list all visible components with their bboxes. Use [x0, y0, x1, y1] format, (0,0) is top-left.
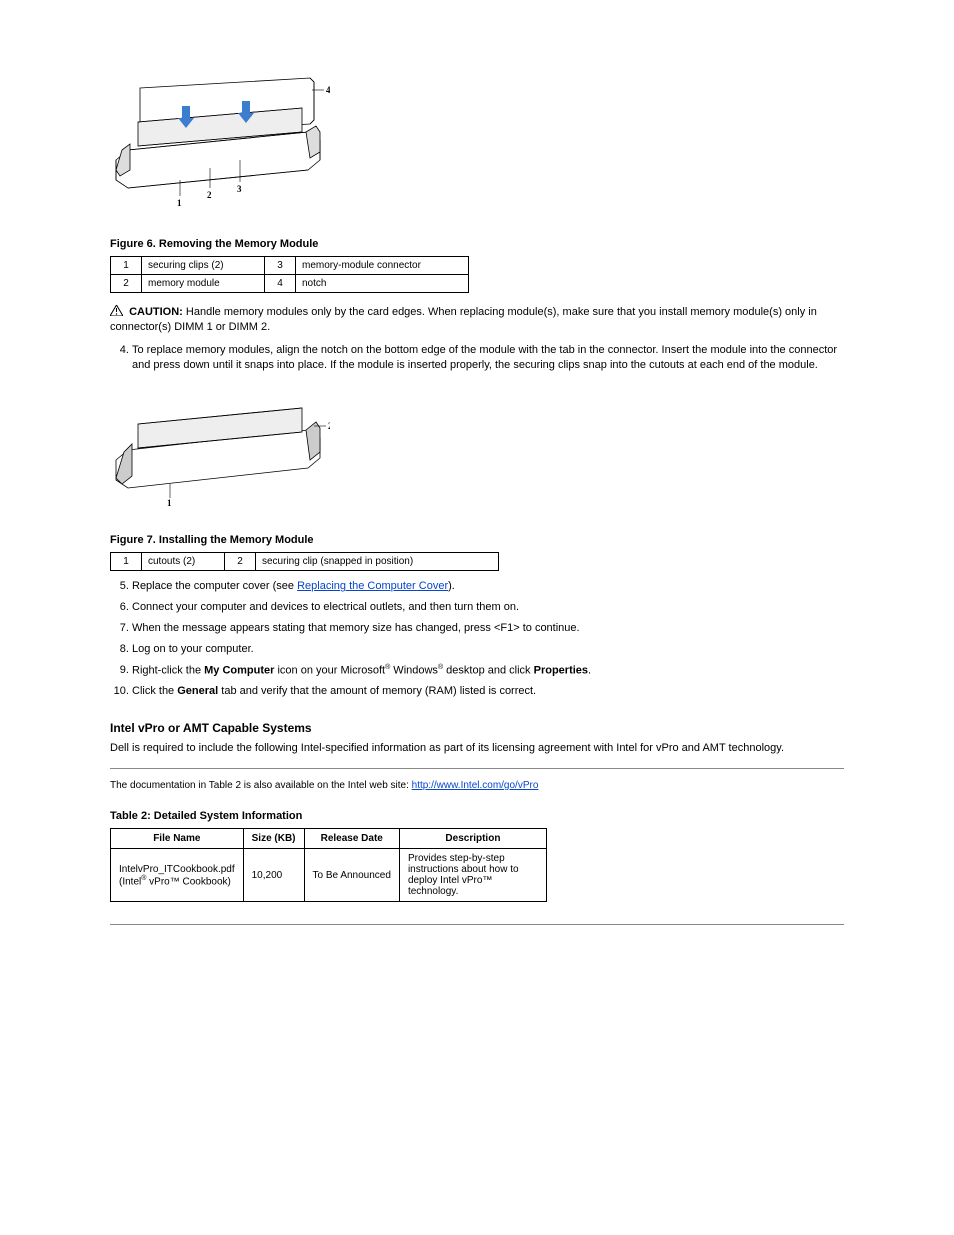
replace-cover-link[interactable]: Replacing the Computer Cover [297, 580, 448, 592]
section-title-vpro: Intel vPro or AMT Capable Systems [110, 721, 844, 735]
caution-text: Handle memory modules only by the card e… [110, 306, 817, 333]
step-9-text-b: Windows [390, 664, 438, 676]
table-cell: securing clips (2) [142, 257, 265, 275]
table2-caption-line: The documentation in Table 2 is also ava… [110, 779, 844, 793]
table-cell: cutouts (2) [142, 553, 225, 571]
svg-text:4: 4 [326, 85, 330, 95]
svg-text:2: 2 [207, 190, 212, 200]
table-cell: 2 [111, 275, 142, 293]
table2-header: Description [399, 829, 546, 849]
intel-vpro-link[interactable]: http://www.Intel.com/go/vPro [412, 780, 539, 791]
table-cell: 4 [265, 275, 296, 293]
figure6-label-table: 1 securing clips (2) 3 memory-module con… [110, 256, 469, 293]
figure-remove-memory-module: 1 2 3 4 [110, 70, 844, 210]
figure-install-memory-module: 1 2 [110, 386, 844, 506]
divider [110, 924, 844, 925]
divider [110, 768, 844, 769]
table-cell: memory-module connector [296, 257, 469, 275]
step-5-text-after: ). [448, 580, 455, 592]
caution-note: CAUTION: Handle memory modules only by t… [110, 305, 844, 335]
figure7-label-table: 1 cutouts (2) 2 securing clip (snapped i… [110, 552, 499, 571]
step-8: Log on to your computer. [132, 642, 844, 657]
table2-cell: IntelvPro_ITCookbook.pdf(Intel® vPro™ Co… [111, 849, 244, 902]
table2-caption-before: The documentation in Table 2 is also ava… [110, 780, 412, 791]
memory-module-install-diagram: 1 2 [110, 386, 330, 506]
table2-header: File Name [111, 829, 244, 849]
table-cell: 2 [225, 553, 256, 571]
step-4: To replace memory modules, align the not… [132, 343, 844, 373]
svg-text:1: 1 [177, 198, 182, 208]
table2-cell: 10,200 [243, 849, 304, 902]
table-cell: 1 [111, 553, 142, 571]
table2-header: Size (KB) [243, 829, 304, 849]
step-10: Click the General tab and verify that th… [132, 684, 844, 699]
section-body-vpro: Dell is required to include the followin… [110, 741, 844, 756]
svg-text:3: 3 [237, 184, 242, 194]
step-9-text-a: Right-click the My Computer icon on your… [132, 664, 385, 676]
table2-cell: Provides step-by-step instructions about… [399, 849, 546, 902]
step-8-text: Log on to your computer. [132, 643, 254, 655]
step-9-text-c: desktop and click [443, 664, 534, 676]
step-7: When the message appears stating that me… [132, 621, 844, 636]
step-6: Connect your computer and devices to ele… [132, 600, 844, 615]
table-cell: 3 [265, 257, 296, 275]
table-cell: notch [296, 275, 469, 293]
table2-cell: To Be Announced [304, 849, 399, 902]
caution-label: CAUTION: [129, 306, 183, 318]
step-7-text: When the message appears stating that me… [132, 622, 580, 634]
memory-module-remove-diagram: 1 2 3 4 [110, 70, 330, 210]
step-10-bold: General [177, 685, 218, 697]
table2: File Name Size (KB) Release Date Descrip… [110, 828, 547, 902]
caution-triangle-icon [110, 305, 123, 316]
table-cell: securing clip (snapped in position) [256, 553, 499, 571]
step-10-text-b: tab and verify that the amount of memory… [218, 685, 536, 697]
step-10-text-a: Click the [132, 685, 177, 697]
svg-text:2: 2 [328, 421, 330, 431]
step-list-b: Replace the computer cover (see Replacin… [110, 579, 844, 699]
svg-text:1: 1 [167, 498, 172, 506]
figure6-caption: Figure 6. Removing the Memory Module [110, 238, 844, 250]
step-6-text: Connect your computer and devices to ele… [132, 601, 519, 613]
step-9-text-d: . [588, 664, 591, 676]
step-9: Right-click the My Computer icon on your… [132, 663, 844, 679]
step-5-text: Replace the computer cover (see [132, 580, 297, 592]
table-cell: memory module [142, 275, 265, 293]
step-9-bold: Properties [534, 664, 588, 676]
step-list-a: To replace memory modules, align the not… [110, 343, 844, 373]
step-5: Replace the computer cover (see Replacin… [132, 579, 844, 594]
table2-title: Table 2: Detailed System Information [110, 810, 844, 822]
step-4-text: To replace memory modules, align the not… [132, 344, 837, 371]
table2-header: Release Date [304, 829, 399, 849]
table-cell: 1 [111, 257, 142, 275]
figure7-caption: Figure 7. Installing the Memory Module [110, 534, 844, 546]
